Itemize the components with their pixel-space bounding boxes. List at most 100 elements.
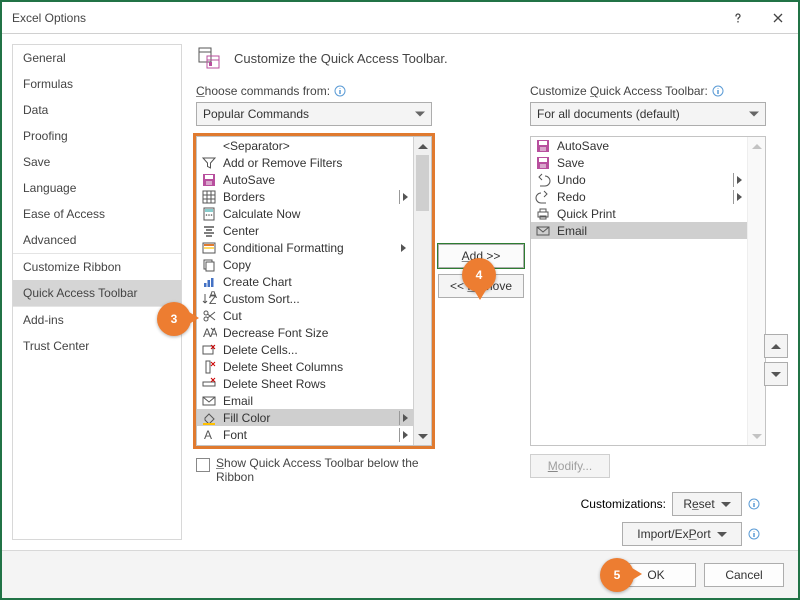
qat-commands-list[interactable]: AutoSaveSaveUndoRedoQuick PrintEmail	[530, 136, 766, 446]
available-commands-list[interactable]: <Separator>Add or Remove FiltersAutoSave…	[196, 136, 432, 446]
info-icon[interactable]	[334, 85, 346, 97]
cond-icon	[201, 240, 217, 256]
disk-pink-icon	[535, 138, 551, 154]
choose-commands-combo[interactable]: Popular Commands	[196, 102, 432, 126]
move-down-button[interactable]	[764, 362, 788, 386]
info-icon[interactable]	[748, 528, 760, 540]
submenu-icon	[733, 190, 741, 204]
list-item[interactable]: Add or Remove Filters	[197, 154, 413, 171]
list-item[interactable]: AADecrease Font Size	[197, 324, 413, 341]
list-item[interactable]: Calculate Now	[197, 205, 413, 222]
dialog-window: Excel Options General Formulas Data Proo…	[0, 0, 800, 600]
chart-icon	[201, 274, 217, 290]
dialog-footer: OK Cancel	[2, 550, 798, 598]
chevron-down-icon	[749, 112, 759, 117]
dialog-body: General Formulas Data Proofing Save Lang…	[2, 34, 798, 550]
list-item[interactable]: Save	[531, 154, 747, 171]
scissors-icon	[201, 308, 217, 324]
list-item[interactable]: AutoSave	[531, 137, 747, 154]
list-item[interactable]: AZCustom Sort...	[197, 290, 413, 307]
sort-icon: AZ	[201, 291, 217, 307]
submenu-icon	[399, 428, 407, 442]
sidebar-item-advanced[interactable]: Advanced	[13, 227, 181, 253]
sidebar-item-customize-ribbon[interactable]: Customize Ribbon	[13, 253, 181, 280]
svg-text:Z: Z	[209, 293, 216, 307]
list-item[interactable]: Email	[197, 392, 413, 409]
info-icon[interactable]	[712, 85, 724, 97]
list-item[interactable]: Delete Sheet Columns	[197, 358, 413, 375]
list-item[interactable]: Delete Cells...	[197, 341, 413, 358]
submenu-icon	[399, 241, 407, 255]
customize-qat-icon	[196, 44, 224, 72]
sidebar-item-save[interactable]: Save	[13, 149, 181, 175]
mail-icon	[201, 393, 217, 409]
center-icon	[201, 223, 217, 239]
scrollbar-vertical[interactable]	[413, 137, 431, 445]
close-button[interactable]	[758, 2, 798, 34]
list-item[interactable]: Email	[531, 222, 747, 239]
window-title: Excel Options	[12, 11, 86, 25]
redo-icon	[535, 189, 551, 205]
categories-sidebar: General Formulas Data Proofing Save Lang…	[12, 44, 182, 540]
list-item[interactable]: AutoSave	[197, 171, 413, 188]
sidebar-item-formulas[interactable]: Formulas	[13, 71, 181, 97]
move-up-button[interactable]	[764, 334, 788, 358]
list-item[interactable]: Borders	[197, 188, 413, 205]
funnel-icon	[201, 155, 217, 171]
window-buttons	[718, 2, 798, 34]
list-item[interactable]: Conditional Formatting	[197, 239, 413, 256]
columns: Choose commands from: Popular Commands <…	[196, 84, 792, 484]
scrollbar-thumb[interactable]	[416, 155, 429, 211]
grid-icon	[201, 189, 217, 205]
reset-button[interactable]: Reset	[672, 492, 742, 516]
list-item[interactable]: Redo	[531, 188, 747, 205]
scrollbar-vertical[interactable]	[747, 137, 765, 445]
scroll-down-button[interactable]	[414, 427, 431, 445]
list-item[interactable]: Center	[197, 222, 413, 239]
bucket-icon	[201, 410, 217, 426]
choose-commands-label: Choose commands from:	[196, 84, 432, 98]
page-header: Customize the Quick Access Toolbar.	[196, 44, 792, 72]
calc-icon	[201, 206, 217, 222]
undo-icon	[535, 172, 551, 188]
page-title: Customize the Quick Access Toolbar.	[234, 51, 448, 66]
sidebar-item-add-ins[interactable]: Add-ins	[13, 306, 181, 333]
checkbox[interactable]	[196, 458, 210, 472]
scroll-up-button[interactable]	[414, 137, 431, 155]
sidebar-item-ease-of-access[interactable]: Ease of Access	[13, 201, 181, 227]
customizations-controls: Customizations: Reset Import/ExPort	[581, 492, 760, 546]
disk-pink-icon	[201, 172, 217, 188]
sidebar-item-proofing[interactable]: Proofing	[13, 123, 181, 149]
info-icon[interactable]	[748, 498, 760, 510]
show-qat-below-ribbon[interactable]: Show Quick Access Toolbar below the Ribb…	[196, 456, 456, 484]
sidebar-item-general[interactable]: General	[13, 45, 181, 71]
sidebar-item-quick-access-toolbar[interactable]: Quick Access Toolbar	[13, 280, 181, 306]
cancel-button[interactable]: Cancel	[704, 563, 784, 587]
help-icon	[732, 12, 744, 24]
main-panel: Customize the Quick Access Toolbar. Choo…	[182, 34, 798, 550]
list-item[interactable]: Fill Color	[197, 409, 413, 426]
print-icon	[535, 206, 551, 222]
list-item[interactable]: Copy	[197, 256, 413, 273]
left-column: Choose commands from: Popular Commands <…	[196, 84, 432, 484]
submenu-icon	[399, 190, 407, 204]
list-item[interactable]: Quick Print	[531, 205, 747, 222]
list-item[interactable]: Undo	[531, 171, 747, 188]
disk-pink-icon	[535, 155, 551, 171]
sidebar-item-data[interactable]: Data	[13, 97, 181, 123]
customize-for-combo[interactable]: For all documents (default)	[530, 102, 766, 126]
list-item[interactable]: Cut	[197, 307, 413, 324]
list-item[interactable]: AFont	[197, 426, 413, 443]
list-item[interactable]: Create Chart	[197, 273, 413, 290]
list-item[interactable]: Delete Sheet Rows	[197, 375, 413, 392]
modify-button[interactable]: Modify...	[530, 454, 610, 478]
list-item[interactable]: <Separator>	[197, 137, 413, 154]
annotation-4: 4	[462, 258, 496, 292]
copy-icon	[201, 257, 217, 273]
sidebar-item-language[interactable]: Language	[13, 175, 181, 201]
submenu-icon	[399, 411, 407, 425]
customizations-label: Customizations:	[581, 497, 666, 511]
import-export-button[interactable]: Import/ExPort	[622, 522, 742, 546]
sidebar-item-trust-center[interactable]: Trust Center	[13, 333, 181, 359]
help-button[interactable]	[718, 2, 758, 34]
